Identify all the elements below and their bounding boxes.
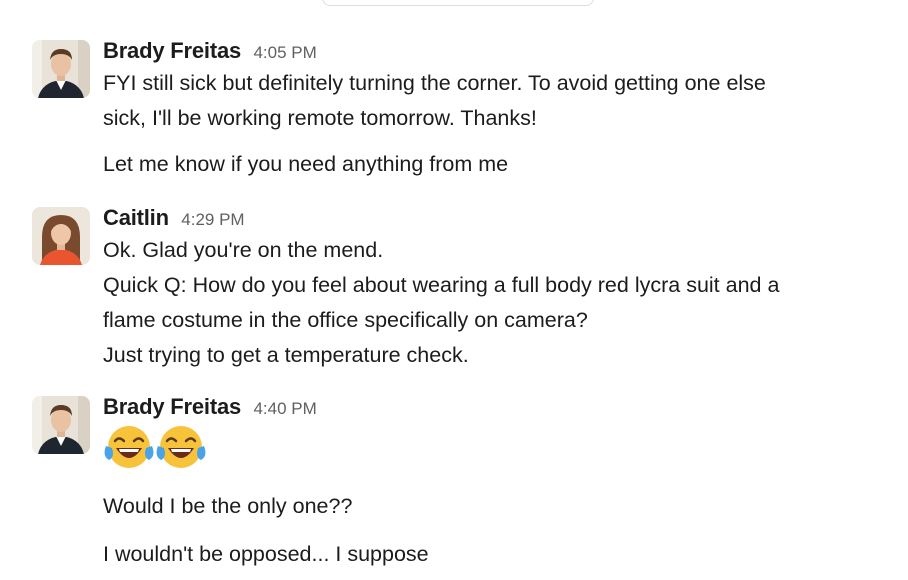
message-text: I wouldn't be opposed... I suppose <box>103 542 429 566</box>
message-text: Ok. Glad you're on the mend. <box>103 238 384 262</box>
avatar[interactable] <box>32 207 90 265</box>
message-text: Would I be the only one?? <box>103 494 353 518</box>
face-with-tears-of-joy-icon <box>103 424 155 472</box>
date-divider-pill[interactable] <box>322 0 594 6</box>
sender-name[interactable]: Brady Freitas <box>103 38 241 63</box>
message-text: sick, I'll be working remote tomorrow. T… <box>103 106 537 130</box>
message-timestamp[interactable]: 4:29 PM <box>181 210 244 229</box>
sender-name[interactable]: Caitlin <box>103 205 169 230</box>
message-timestamp[interactable]: 4:40 PM <box>253 399 316 418</box>
message-timestamp[interactable]: 4:05 PM <box>253 43 316 62</box>
message-text: Just trying to get a temperature check. <box>103 343 469 367</box>
emoji-row <box>103 424 888 472</box>
avatar[interactable] <box>32 40 90 98</box>
message-text: FYI still sick but definitely turning th… <box>103 71 766 95</box>
message-text: flame costume in the office specifically… <box>103 308 588 332</box>
face-with-tears-of-joy-icon <box>155 424 207 472</box>
message-pane: Brady Freitas 4:05 PM FYI still sick but… <box>0 0 908 580</box>
sender-name[interactable]: Brady Freitas <box>103 394 241 419</box>
message-text: Let me know if you need anything from me <box>103 152 509 176</box>
message-text: Quick Q: How do you feel about wearing a… <box>103 273 780 297</box>
avatar[interactable] <box>32 396 90 454</box>
